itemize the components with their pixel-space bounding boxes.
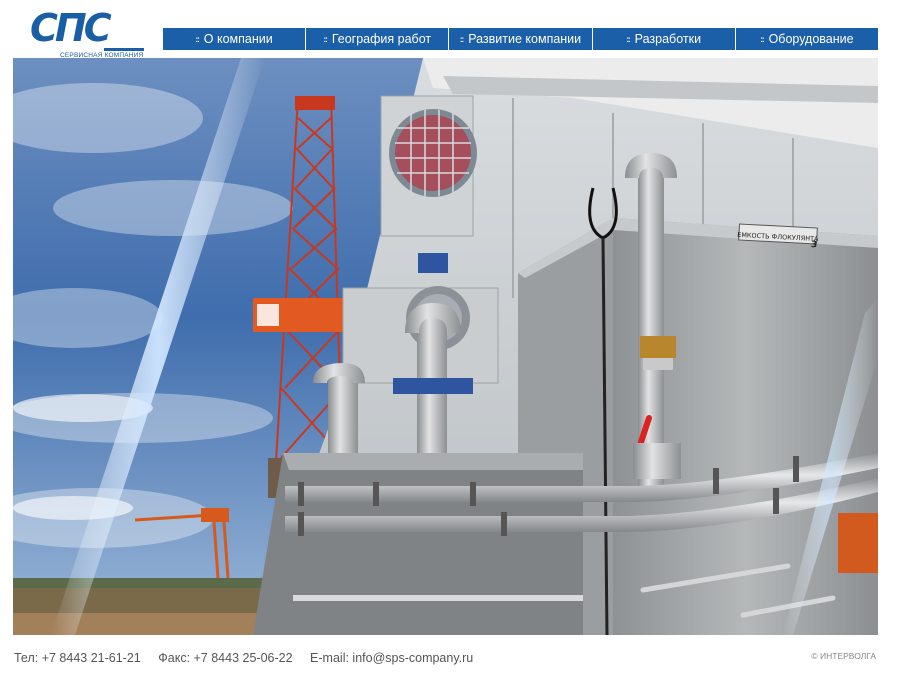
hero-banner: ЕМКОСТЬ ФЛОКУЛЯНТА 3 [13, 58, 878, 635]
logo-text: СПС [30, 6, 112, 50]
nav-bullet-icon: :: [626, 35, 630, 44]
nav-item-equipment[interactable]: :: Оборудование [734, 28, 879, 50]
footer-phone: Тел: +7 8443 21-61-21 [14, 651, 141, 665]
nav-item-label: Развитие компании [468, 32, 582, 46]
footer-copyright-link[interactable]: © ИНТЕРВОЛГА [811, 651, 876, 661]
nav-item-label: Оборудование [768, 32, 854, 46]
nav-bullet-icon: :: [760, 35, 764, 44]
main-nav: :: О компании :: География работ :: Развити… [163, 28, 879, 50]
nav-item-label: О компании [203, 32, 273, 46]
nav-item-development[interactable]: :: Развитие компании [448, 28, 592, 50]
nav-item-label: География работ [331, 32, 432, 46]
hero-illustration: ЕМКОСТЬ ФЛОКУЛЯНТА 3 [13, 58, 878, 635]
nav-item-geography[interactable]: :: География работ [305, 28, 449, 50]
nav-bullet-icon: :: [195, 35, 199, 44]
footer-email-link[interactable]: E-mail: info@sps-company.ru [310, 651, 473, 665]
footer-fax: Факс: +7 8443 25-06-22 [158, 651, 293, 665]
nav-bullet-icon: :: [459, 35, 464, 44]
company-logo[interactable]: СПС СЕРВИСНАЯ КОМПАНИЯ [28, 6, 146, 60]
logo-underline [104, 48, 144, 51]
footer-contacts: Тел: +7 8443 21-61-21 Факс: +7 8443 25-0… [14, 651, 487, 665]
tank-number: 3 [811, 240, 818, 250]
nav-item-about[interactable]: :: О компании [163, 28, 306, 50]
nav-item-projects[interactable]: :: Разработки [591, 28, 735, 50]
nav-bullet-icon: :: [323, 35, 328, 44]
nav-item-label: Разработки [634, 32, 702, 46]
